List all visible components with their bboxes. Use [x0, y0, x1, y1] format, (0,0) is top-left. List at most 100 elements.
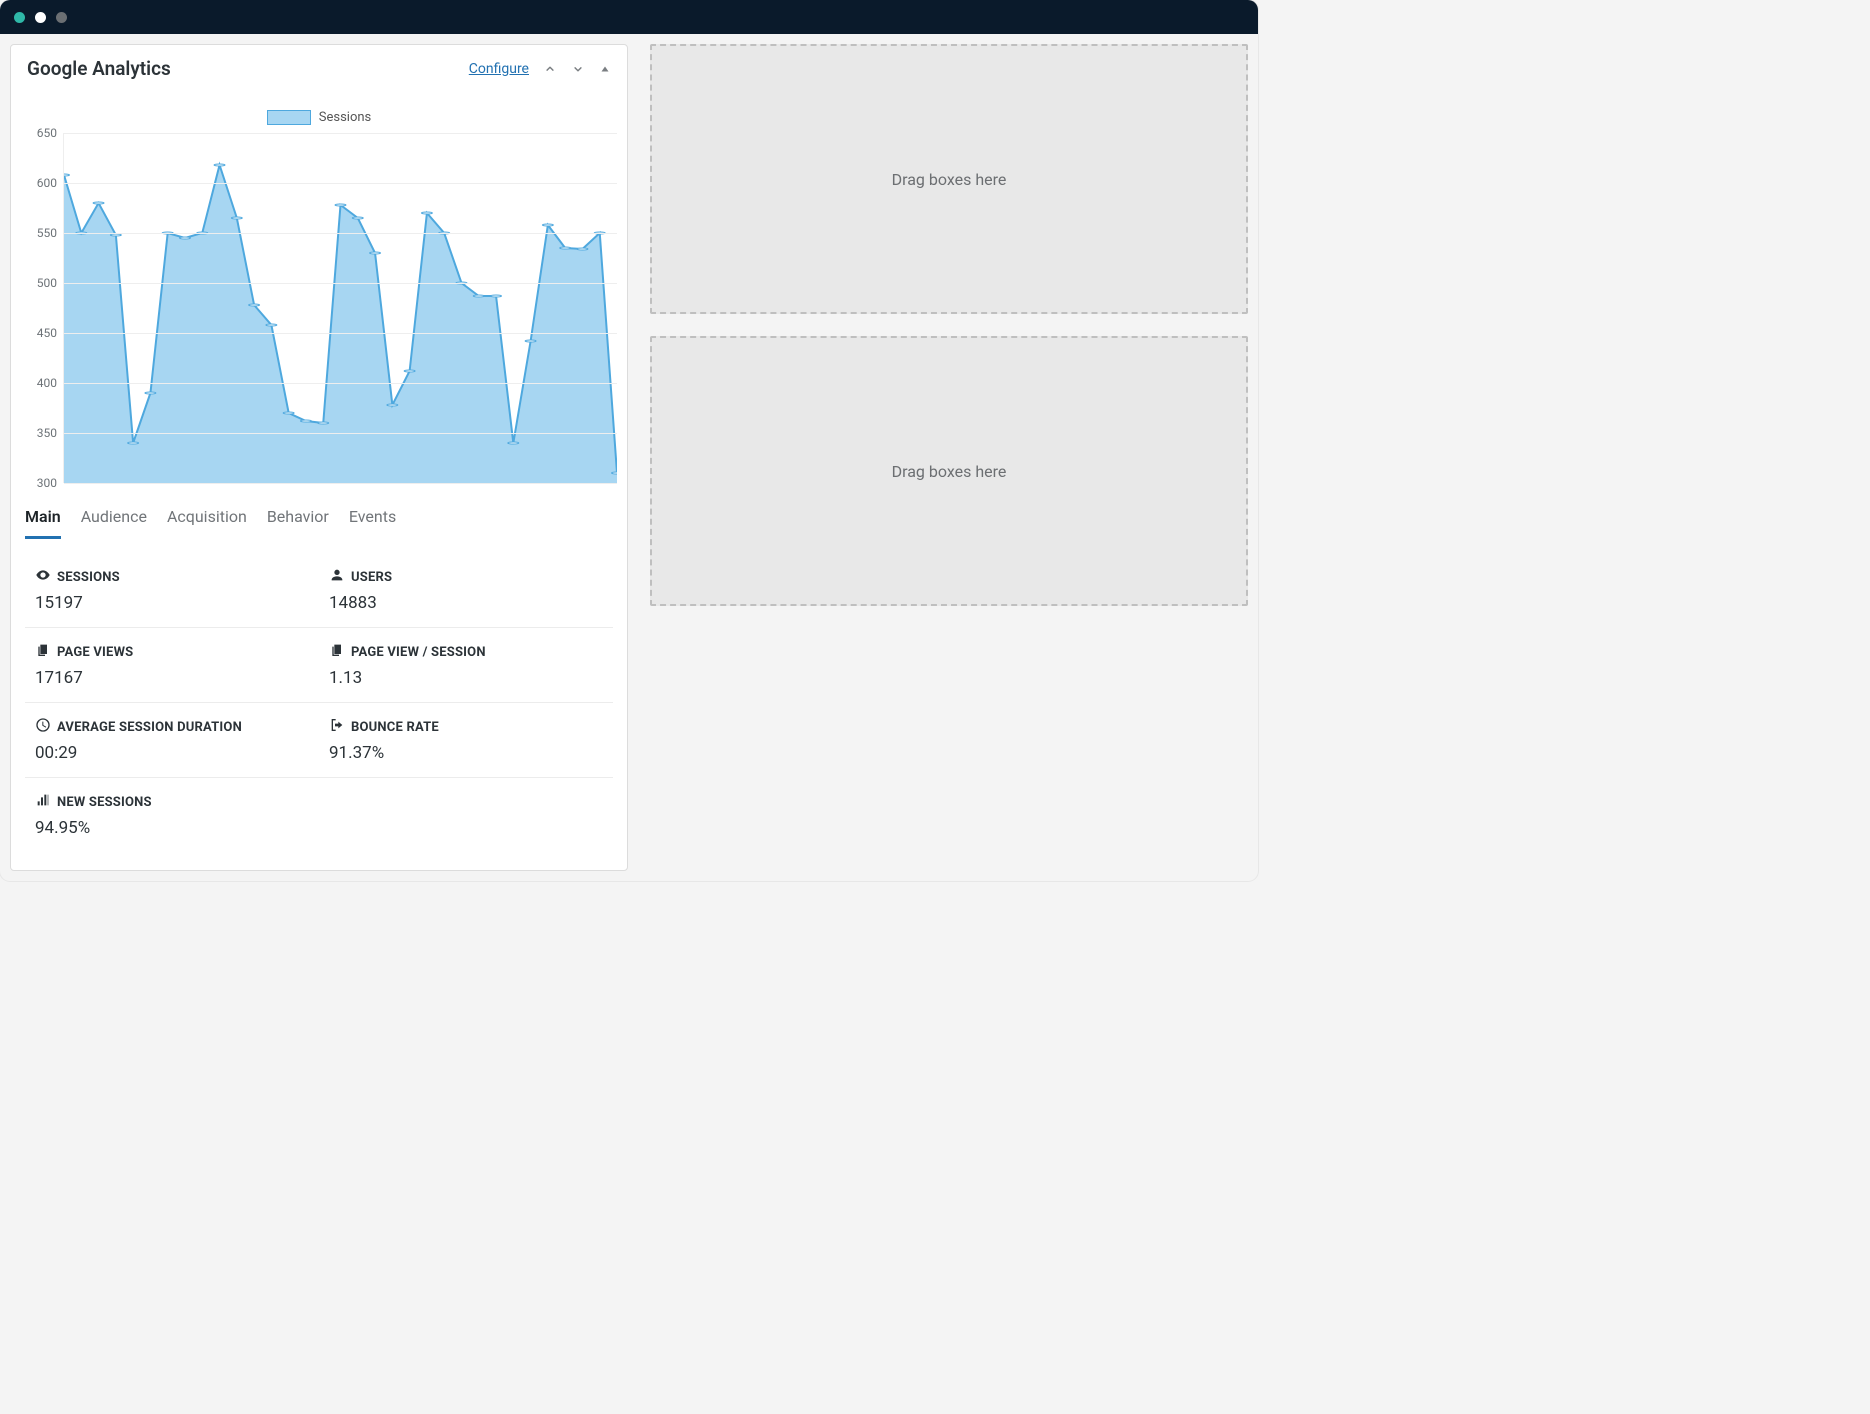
configure-link[interactable]: Configure: [469, 61, 529, 77]
stat-sessions: SESSIONS 15197: [35, 567, 309, 613]
chart-point: [145, 392, 156, 394]
chart-point: [283, 412, 294, 414]
gridline: [64, 133, 617, 134]
panel-title: Google Analytics: [27, 57, 171, 80]
stat-pageviews: PAGE VIEWS 17167: [35, 642, 309, 688]
tab-events[interactable]: Events: [349, 501, 396, 539]
panel-actions: Configure: [469, 61, 611, 77]
stat-label: PAGE VIEWS: [57, 645, 133, 660]
clock-icon: [35, 717, 51, 737]
chart-point: [611, 472, 617, 474]
copy-icon: [329, 642, 345, 662]
window-dot-3: [56, 12, 67, 23]
y-tick-label: 600: [37, 176, 57, 190]
chart-point: [491, 295, 502, 297]
chart-grid: [63, 133, 617, 483]
chevron-down-icon[interactable]: [571, 62, 585, 76]
stat-bounce-rate: BOUNCE RATE 91.37%: [329, 717, 603, 763]
eye-icon: [35, 567, 51, 587]
chart-container: Sessions 300350400450500550600650: [11, 90, 627, 483]
dashboard-content: Google Analytics Configure: [0, 34, 1258, 881]
exit-icon: [329, 717, 345, 737]
dropzone-2[interactable]: Drag boxes here: [650, 336, 1248, 606]
stat-value: 17167: [35, 668, 309, 688]
gridline: [64, 333, 617, 334]
chart-point: [473, 295, 484, 297]
chart-y-axis: 300350400450500550600650: [21, 133, 63, 483]
stat-avg-session-duration: AVERAGE SESSION DURATION 00:29: [35, 717, 309, 763]
window-dot-1: [14, 12, 25, 23]
chart-point: [560, 247, 571, 249]
titlebar: [0, 0, 1258, 34]
gridline: [64, 183, 617, 184]
chart-point: [93, 202, 104, 204]
chart-point: [214, 164, 225, 166]
stat-label: BOUNCE RATE: [351, 720, 439, 735]
tab-acquisition[interactable]: Acquisition: [167, 501, 247, 539]
user-icon: [329, 567, 345, 587]
tabs: Main Audience Acquisition Behavior Events: [11, 483, 627, 539]
gridline: [64, 233, 617, 234]
chevron-up-icon[interactable]: [543, 62, 557, 76]
dropzone-text: Drag boxes here: [892, 170, 1007, 189]
chart-point: [64, 174, 70, 176]
tab-audience[interactable]: Audience: [81, 501, 147, 539]
chart-legend: Sessions: [21, 110, 617, 125]
chart-point: [404, 370, 415, 372]
tab-main[interactable]: Main: [25, 501, 61, 539]
legend-label: Sessions: [319, 110, 372, 125]
panel-header: Google Analytics Configure: [11, 45, 627, 90]
dropzone-text: Drag boxes here: [892, 462, 1007, 481]
gridline: [64, 433, 617, 434]
copy-icon: [35, 642, 51, 662]
sessions-area-chart: 300350400450500550600650: [21, 133, 617, 483]
window-dot-2: [35, 12, 46, 23]
stat-label: SESSIONS: [57, 570, 120, 585]
stat-value: 91.37%: [329, 743, 603, 763]
stats-grid: SESSIONS 15197 USERS 14883: [11, 539, 627, 870]
triangle-up-icon[interactable]: [599, 63, 611, 75]
chart-point: [335, 204, 346, 206]
chart-point: [249, 304, 260, 306]
chart-point: [110, 234, 121, 236]
stat-label: NEW SESSIONS: [57, 795, 152, 810]
stat-value: 14883: [329, 593, 603, 613]
y-tick-label: 500: [37, 276, 57, 290]
y-tick-label: 350: [37, 426, 57, 440]
chart-point: [542, 224, 553, 226]
chart-point: [352, 217, 363, 219]
y-tick-label: 550: [37, 226, 57, 240]
chart-point: [525, 340, 536, 342]
y-tick-label: 300: [37, 476, 57, 490]
stat-label: PAGE VIEW / SESSION: [351, 645, 486, 660]
chart-point: [300, 420, 311, 422]
chart-point: [577, 248, 588, 250]
gridline: [64, 283, 617, 284]
stat-label: AVERAGE SESSION DURATION: [57, 720, 242, 735]
legend-swatch: [267, 110, 311, 125]
google-analytics-panel: Google Analytics Configure: [10, 44, 628, 871]
chart-point: [266, 324, 277, 326]
y-tick-label: 650: [37, 126, 57, 140]
chart-point: [370, 252, 381, 254]
stat-value: 00:29: [35, 743, 309, 763]
chart-point: [508, 442, 519, 444]
dropzone-1[interactable]: Drag boxes here: [650, 44, 1248, 314]
window: Google Analytics Configure: [0, 0, 1258, 881]
chart-point: [318, 422, 329, 424]
stat-new-sessions: NEW SESSIONS 94.95%: [35, 792, 309, 838]
chart-point: [128, 442, 139, 444]
chart-svg: [64, 133, 617, 483]
chart-point: [387, 404, 398, 406]
stat-value: 15197: [35, 593, 309, 613]
stat-pageviews-per-session: PAGE VIEW / SESSION 1.13: [329, 642, 603, 688]
stat-label: USERS: [351, 570, 392, 585]
chart-point: [231, 217, 242, 219]
chart-point: [421, 212, 432, 214]
stat-value: 1.13: [329, 668, 603, 688]
dropzone-column: Drag boxes here Drag boxes here: [650, 44, 1248, 606]
gridline: [64, 383, 617, 384]
tab-behavior[interactable]: Behavior: [267, 501, 329, 539]
gridline: [64, 483, 617, 484]
stat-users: USERS 14883: [329, 567, 603, 613]
